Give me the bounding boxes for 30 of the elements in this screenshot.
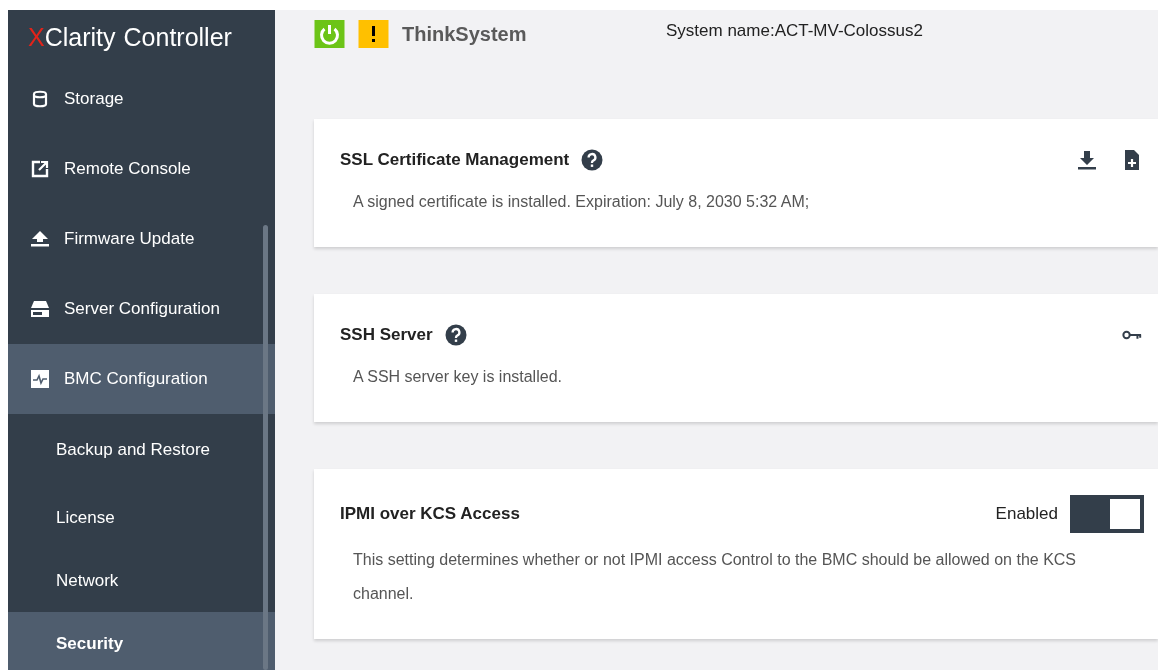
card-description: This setting determines whether or not IPMI access Control to the BMC should be allowed on the KCS channel. [353, 550, 1078, 604]
card-title: SSL Certificate Management [340, 150, 570, 170]
external-link-icon [30, 159, 50, 179]
sidebar-subitem[interactable]: License [8, 486, 275, 549]
help-icon[interactable] [444, 324, 467, 346]
sidebar-item[interactable]: Storage [8, 64, 275, 134]
sidebar-subitem[interactable]: Backup and Restore [8, 414, 275, 486]
scrollbar[interactable] [263, 225, 268, 670]
sidebar-item[interactable]: Server Configuration [8, 274, 275, 344]
toggle-switch[interactable] [1070, 495, 1144, 533]
download-icon[interactable] [1077, 150, 1097, 170]
product-name: ThinkSystem [402, 22, 528, 46]
card-description: A SSH server key is installed. [353, 367, 563, 387]
add-file-icon[interactable] [1122, 150, 1142, 170]
card-title: SSH Server [340, 325, 433, 345]
upload-icon [30, 229, 50, 249]
toggle-label: Enabled [995, 504, 1058, 524]
pulse-icon [30, 369, 50, 389]
server-icon [30, 299, 50, 319]
help-icon[interactable] [581, 149, 604, 171]
sidebar-subitem[interactable]: Network [8, 549, 275, 612]
card-title: IPMI over KCS Access [340, 504, 520, 524]
sidebar-item[interactable]: Firmware Update [8, 204, 275, 274]
sidebar-subitem[interactable]: Security [8, 612, 275, 670]
card-description: A signed certificate is installed. Expiration: July 8, 2030 5:32 AM; [353, 192, 811, 212]
sidebar-item[interactable]: Remote Console [8, 134, 275, 204]
system-name: System name:ACT-MV-Colossus2 [666, 21, 923, 41]
product-logo: XClarity Controller [27, 21, 233, 53]
sidebar-item[interactable]: BMC Configuration [8, 344, 275, 414]
database-icon [30, 89, 50, 109]
